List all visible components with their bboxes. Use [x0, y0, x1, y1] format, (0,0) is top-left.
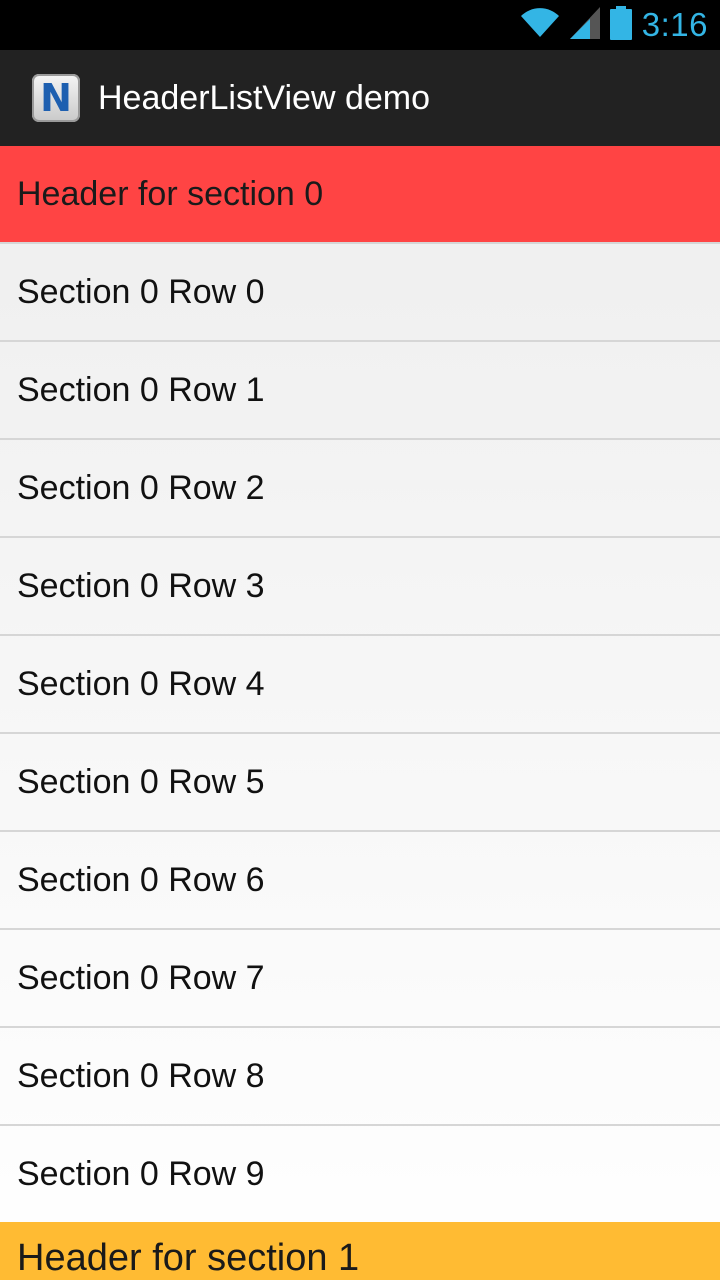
status-time: 3:16: [641, 6, 708, 43]
list-item[interactable]: Section 0 Row 0: [0, 242, 720, 340]
list-item[interactable]: Section 0 Row 4: [0, 634, 720, 732]
list-item[interactable]: Section 0 Row 7: [0, 928, 720, 1026]
wifi-icon: [520, 7, 560, 43]
signal-icon: [569, 6, 600, 44]
list-item[interactable]: Section 0 Row 6: [0, 830, 720, 928]
battery-icon: [609, 5, 632, 45]
section-header-0: Header for section 0: [0, 146, 720, 242]
header-list-view[interactable]: Header for section 0 Section 0 Row 0 Sec…: [0, 146, 720, 1280]
app-icon[interactable]: N: [32, 74, 80, 122]
status-bar: 3:16: [0, 0, 720, 50]
app-icon-letter: N: [40, 76, 72, 120]
status-indicators: 3:16: [520, 0, 708, 50]
action-bar: N HeaderListView demo: [0, 50, 720, 146]
section-header-1: Header for section 1: [0, 1222, 720, 1280]
app-title: HeaderListView demo: [98, 78, 430, 117]
list-item[interactable]: Section 0 Row 1: [0, 340, 720, 438]
list-item[interactable]: Section 0 Row 3: [0, 536, 720, 634]
list-item[interactable]: Section 0 Row 5: [0, 732, 720, 830]
list-item[interactable]: Section 0 Row 2: [0, 438, 720, 536]
list-item[interactable]: Section 0 Row 8: [0, 1026, 720, 1124]
list-item[interactable]: Section 0 Row 9: [0, 1124, 720, 1222]
